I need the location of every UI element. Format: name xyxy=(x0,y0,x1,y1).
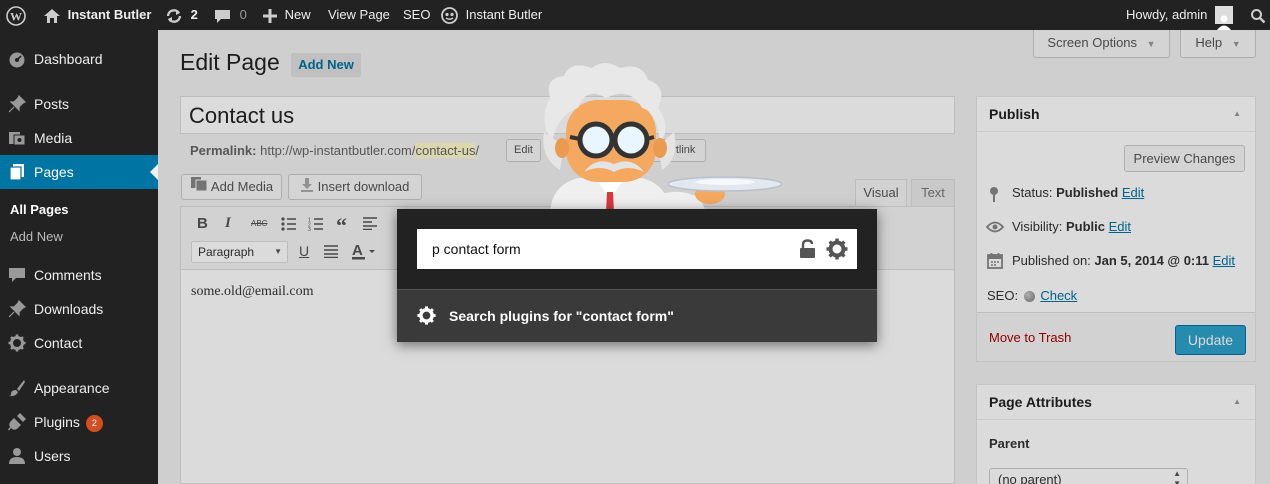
instant-butler-popup: p contact form Search plugins for "conta… xyxy=(397,209,877,342)
plugins-update-badge: 2 xyxy=(85,414,103,432)
seo-menu-link[interactable]: SEO xyxy=(403,0,430,30)
butler-result-label: Search plugins for "contact form" xyxy=(449,308,674,324)
gear-icon xyxy=(417,306,436,328)
admin-bar: W Instant Butler 2 0 New View Page SEO I… xyxy=(0,0,1270,31)
sidebar-item-label: Comments xyxy=(34,267,102,283)
butler-query-text: p contact form xyxy=(432,241,521,257)
sidebar-item-label: Downloads xyxy=(34,301,104,317)
refresh-icon xyxy=(165,7,183,23)
instant-butler-link[interactable]: Instant Butler xyxy=(441,0,542,30)
sidebar-item-posts[interactable]: Posts xyxy=(0,87,158,121)
site-name-label: Instant Butler xyxy=(67,7,152,22)
sidebar-item-comments[interactable]: Comments xyxy=(0,258,158,292)
comments-count: 0 xyxy=(239,7,247,22)
gear-icon[interactable] xyxy=(826,238,848,263)
greeting-label: Howdy, admin xyxy=(1126,7,1208,22)
sidebar-item-dashboard[interactable]: Dashboard xyxy=(0,42,158,76)
new-content-link[interactable]: New xyxy=(263,0,311,30)
svg-text:W: W xyxy=(10,9,22,23)
submenu-add-new[interactable]: Add New xyxy=(10,229,63,244)
gear-icon xyxy=(8,334,26,352)
sidebar-item-label: Plugins xyxy=(34,414,80,430)
plus-icon xyxy=(263,7,277,23)
sidebar-item-label: Posts xyxy=(34,96,70,112)
butler-mascot-illustration xyxy=(543,63,783,212)
admin-sidebar: Dashboard Posts Media Pages All Pages Ad… xyxy=(0,30,158,484)
sidebar-item-label: Pages xyxy=(34,164,74,180)
sidebar-item-downloads[interactable]: Downloads xyxy=(0,292,158,326)
sidebar-item-label: Dashboard xyxy=(34,51,103,67)
wordpress-logo-icon[interactable]: W xyxy=(6,0,26,30)
view-page-link[interactable]: View Page xyxy=(328,0,390,30)
home-icon xyxy=(43,7,61,23)
pin-icon xyxy=(8,94,27,113)
new-label: New xyxy=(284,7,311,22)
butler-result-row[interactable]: Search plugins for "contact form" xyxy=(397,289,877,342)
sidebar-item-label: Users xyxy=(34,448,71,464)
sidebar-item-plugins[interactable]: Plugins 2 xyxy=(0,405,158,439)
butler-search-input[interactable]: p contact form xyxy=(417,229,857,269)
unlock-icon[interactable] xyxy=(799,239,817,262)
butler-icon xyxy=(441,7,458,24)
dashboard-icon xyxy=(8,50,26,68)
comment-icon xyxy=(214,7,231,23)
sidebar-item-pages[interactable]: Pages xyxy=(0,155,158,189)
avatar xyxy=(1215,5,1234,31)
sidebar-item-label: Appearance xyxy=(34,380,110,396)
instant-butler-label: Instant Butler xyxy=(465,7,543,22)
brush-icon xyxy=(8,379,26,397)
pin-icon xyxy=(8,299,27,318)
sidebar-item-contact[interactable]: Contact xyxy=(0,326,158,360)
site-name-link[interactable]: Instant Butler xyxy=(43,0,151,30)
comment-icon xyxy=(8,266,26,284)
plug-icon xyxy=(7,413,26,431)
sidebar-item-users[interactable]: Users xyxy=(0,439,158,473)
sidebar-item-label: Contact xyxy=(34,335,83,351)
updates-link[interactable]: 2 xyxy=(165,0,198,30)
comments-link[interactable]: 0 xyxy=(214,0,247,30)
media-icon xyxy=(8,129,26,147)
updates-count: 2 xyxy=(190,7,198,22)
sidebar-item-label: Media xyxy=(34,130,73,146)
sidebar-item-media[interactable]: Media xyxy=(0,121,158,155)
sidebar-item-appearance[interactable]: Appearance xyxy=(0,371,158,405)
my-account-link[interactable]: Howdy, admin xyxy=(1126,0,1234,31)
search-icon[interactable] xyxy=(1250,0,1266,30)
user-icon xyxy=(8,447,26,465)
pages-icon xyxy=(8,163,26,181)
submenu-all-pages[interactable]: All Pages xyxy=(10,202,69,217)
